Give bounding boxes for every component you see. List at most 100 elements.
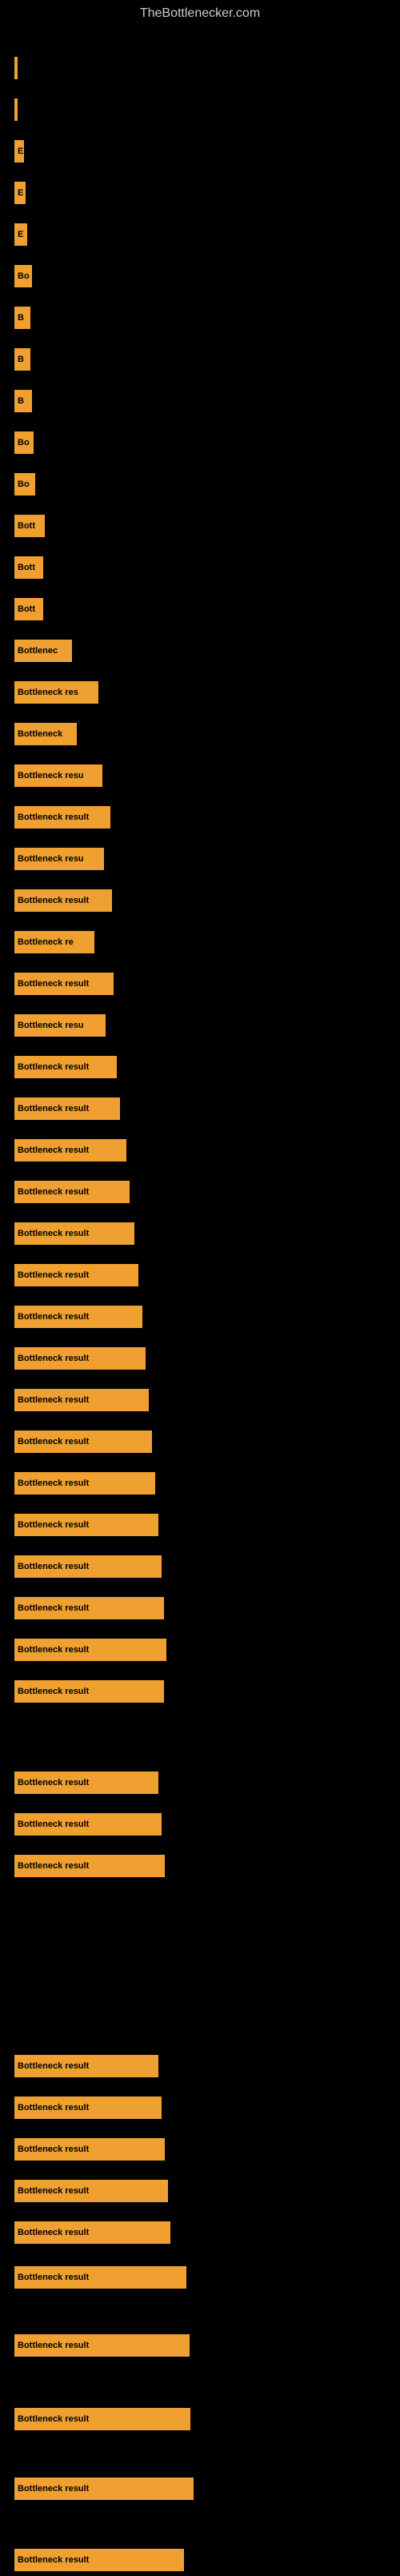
bar: Bottleneck result xyxy=(14,1813,162,1836)
bar-label: Bottleneck result xyxy=(18,1687,89,1696)
bar: Bottleneck result xyxy=(14,2138,165,2161)
bar-label: Bottleneck result xyxy=(18,1520,89,1530)
bar-label: Bottleneck re xyxy=(18,937,74,947)
bar-row: B xyxy=(0,343,400,375)
bar-label: Bottleneck result xyxy=(18,2061,89,2071)
bar: E xyxy=(14,140,24,163)
bar-label: Bott xyxy=(18,521,35,531)
bar: Bo xyxy=(14,473,35,496)
bar-row: E xyxy=(0,135,400,167)
bar-label: Bo xyxy=(18,438,30,447)
bar-label: Bottleneck result xyxy=(18,979,89,989)
bar: Bottleneck result xyxy=(14,1347,146,1370)
bar: Bottleneck result xyxy=(14,2097,162,2119)
bar: Bottleneck result xyxy=(14,889,112,912)
bar-row: Bo xyxy=(0,260,400,292)
bar-row: Bo xyxy=(0,468,400,500)
bar: Bott xyxy=(14,556,43,579)
bar-label: Bottleneck result xyxy=(18,2186,89,2196)
bar xyxy=(14,57,18,79)
bar-label: Bottlenec xyxy=(18,646,58,656)
bar-row: Bottleneck result xyxy=(0,1675,400,1707)
bar-row: Bottleneck result xyxy=(0,1808,400,1840)
bar: Bott xyxy=(14,598,43,620)
bar: E xyxy=(14,182,26,204)
bar: Bottleneck result xyxy=(14,973,114,995)
bar-label: Bottleneck result xyxy=(18,1104,89,1113)
bar-row: Bottleneck result xyxy=(0,2092,400,2124)
bar-row: Bottleneck result xyxy=(0,2217,400,2249)
bar-label: Bo xyxy=(18,271,30,281)
bar: Bottleneck result xyxy=(14,2221,170,2244)
bar-label: Bottleneck resu xyxy=(18,1021,84,1030)
bar-label: Bottleneck result xyxy=(18,2414,89,2424)
bar-label: Bottleneck res xyxy=(18,688,78,697)
bar-label: Bottleneck result xyxy=(18,1479,89,1488)
bar: Bottleneck result xyxy=(14,1855,165,1877)
bar-row: Bottleneck result xyxy=(0,1767,400,1799)
bar: Bottleneck result xyxy=(14,1597,164,1619)
bar-row: Bottleneck xyxy=(0,718,400,750)
bar-row: Bottleneck result xyxy=(0,2544,400,2576)
bar: Bottleneck result xyxy=(14,1306,142,1328)
bar: Bottleneck result xyxy=(14,1772,158,1794)
bar: Bottleneck result xyxy=(14,2478,194,2500)
bar-row: Bottleneck result xyxy=(0,1051,400,1083)
bar-row: Bott xyxy=(0,593,400,625)
bar: Bottleneck resu xyxy=(14,848,104,870)
bar: Bottleneck res xyxy=(14,681,98,704)
bar-row: Bottleneck re xyxy=(0,926,400,958)
bar: Bottleneck resu xyxy=(14,764,102,787)
bar-label: Bottleneck result xyxy=(18,1146,89,1155)
bar-label: Bottleneck result xyxy=(18,2103,89,2113)
bar: Bottlenec xyxy=(14,640,72,662)
bar-row: Bottleneck result xyxy=(0,1301,400,1333)
bar-label: Bottleneck result xyxy=(18,896,89,905)
bar-row xyxy=(0,94,400,126)
bar: Bottleneck result xyxy=(14,1680,164,1703)
bar-label: Bottleneck result xyxy=(18,2273,89,2282)
bar: Bottleneck xyxy=(14,723,77,745)
bar-row: Bottleneck result xyxy=(0,1384,400,1416)
bar-label: B xyxy=(18,396,24,406)
bar-row: Bottleneck result xyxy=(0,968,400,1000)
bar: Bottleneck result xyxy=(14,1264,138,1286)
bar-row: Bottleneck result xyxy=(0,2473,400,2505)
bar-label: Bottleneck result xyxy=(18,1861,89,1871)
bar-row: Bottleneck resu xyxy=(0,1009,400,1041)
bar-row: Bottleneck result xyxy=(0,1850,400,1882)
bar: E xyxy=(14,223,27,246)
bar-label: Bottleneck result xyxy=(18,2555,89,2565)
bar: Bottleneck result xyxy=(14,806,110,829)
bar xyxy=(14,98,18,121)
bar-label: Bottleneck result xyxy=(18,1229,89,1238)
bar-row: Bottleneck result xyxy=(0,1093,400,1125)
bar-row: Bo xyxy=(0,427,400,459)
bar-row: Bottleneck result xyxy=(0,1259,400,1291)
bar-label: Bottleneck resu xyxy=(18,771,84,780)
bar: B xyxy=(14,307,30,329)
bar: Bottleneck result xyxy=(14,1222,134,1245)
bar-row: Bott xyxy=(0,552,400,584)
bar-label: Bottleneck result xyxy=(18,2145,89,2154)
bar-label: Bottleneck resu xyxy=(18,854,84,864)
bar: Bott xyxy=(14,515,45,537)
bar: Bottleneck result xyxy=(14,1472,155,1495)
bar-row: Bottleneck result xyxy=(0,2403,400,2435)
bar-label: Bottleneck result xyxy=(18,2228,89,2237)
bar-row: Bottleneck result xyxy=(0,2175,400,2207)
bar: Bottleneck result xyxy=(14,1555,162,1578)
bar-label: Bottleneck result xyxy=(18,1187,89,1197)
bar-label: Bottleneck result xyxy=(18,1645,89,1655)
bar-label: E xyxy=(18,146,23,156)
bar: Bo xyxy=(14,265,32,287)
bar-label: Bott xyxy=(18,563,35,572)
bar-label: Bottleneck result xyxy=(18,1437,89,1446)
bar-label: Bott xyxy=(18,604,35,614)
bar: Bottleneck result xyxy=(14,1514,158,1536)
bar-row: Bottleneck result xyxy=(0,801,400,833)
bar-label: B xyxy=(18,313,24,323)
bar-label: Bottleneck result xyxy=(18,1062,89,1072)
bar-label: Bottleneck result xyxy=(18,1603,89,1613)
site-title: TheBottlenecker.com xyxy=(0,0,400,27)
